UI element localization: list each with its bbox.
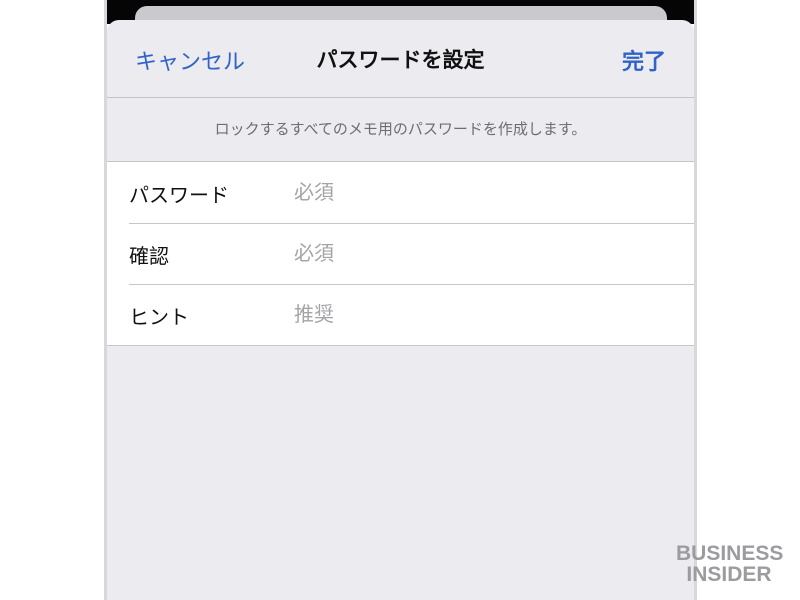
navigation-bar: キャンセル パスワードを設定 完了: [107, 20, 694, 98]
watermark-line-1: BUSINESS: [676, 542, 784, 565]
password-form: パスワード 確認 ヒント: [107, 161, 694, 346]
hint-row: ヒント: [107, 284, 694, 345]
password-field[interactable]: [294, 174, 674, 210]
business-insider-watermark: BUSINESS INSIDER: [676, 542, 784, 586]
verify-row: 確認: [107, 223, 694, 284]
page-title: パスワードを設定: [316, 48, 485, 72]
set-password-sheet: キャンセル パスワードを設定 完了 ロックするすべてのメモ用のパスワードを作成し…: [107, 20, 694, 600]
verify-label: 確認: [129, 244, 169, 268]
password-label: パスワード: [129, 183, 229, 207]
password-row: パスワード: [107, 162, 694, 223]
hint-label: ヒント: [129, 305, 189, 329]
verify-field[interactable]: [294, 235, 674, 271]
device-edge-right: [694, 0, 697, 600]
done-button[interactable]: 完了: [622, 44, 666, 76]
watermark-line-2: INSIDER: [686, 563, 772, 586]
description-text: ロックするすべてのメモ用のパスワードを作成します。: [214, 120, 587, 138]
hint-field[interactable]: [294, 296, 674, 332]
